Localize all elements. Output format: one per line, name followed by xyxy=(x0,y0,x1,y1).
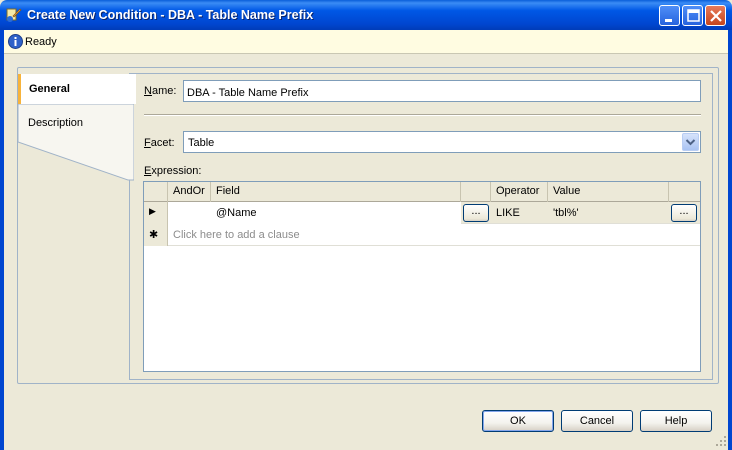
nav-tab-general[interactable]: General xyxy=(18,74,136,104)
close-button[interactable] xyxy=(705,5,726,26)
nav-tab-general-label: General xyxy=(29,83,70,95)
help-button[interactable]: Help xyxy=(640,410,712,432)
current-row-icon: ▶ xyxy=(149,206,156,216)
expression-label: Expression: xyxy=(144,165,202,177)
resize-grip-icon[interactable] xyxy=(715,435,727,447)
window-title: Create New Condition - DBA - Table Name … xyxy=(27,8,314,22)
info-icon xyxy=(8,34,23,49)
field-cell[interactable]: @Name xyxy=(211,202,461,224)
column-header-andor[interactable]: AndOr xyxy=(168,182,211,202)
expression-grid: AndOr Field Operator Value ▶ @Name ... L… xyxy=(143,181,701,372)
column-header-value[interactable]: Value xyxy=(548,182,669,202)
new-row-selector[interactable]: ✱ xyxy=(144,224,168,246)
row-selector-header xyxy=(144,182,168,202)
nav-tab-description[interactable]: Description xyxy=(28,117,83,129)
minimize-button[interactable] xyxy=(659,5,680,26)
facet-dropdown[interactable]: Table xyxy=(183,131,701,153)
facet-dropdown-button[interactable] xyxy=(682,133,699,151)
cancel-button[interactable]: Cancel xyxy=(561,410,633,432)
new-row-icon: ✱ xyxy=(149,229,159,241)
column-header-field[interactable]: Field xyxy=(211,182,461,202)
maximize-icon xyxy=(687,9,700,22)
facet-label: Facet: xyxy=(144,137,175,149)
row-selector[interactable]: ▶ xyxy=(144,202,168,224)
window-frame-left xyxy=(0,30,4,450)
close-icon xyxy=(710,10,722,22)
maximize-button[interactable] xyxy=(682,5,703,26)
status-bar: Ready xyxy=(4,30,728,54)
table-row[interactable]: ▶ @Name ... LIKE 'tbl%' ... xyxy=(144,202,700,224)
name-field[interactable] xyxy=(183,80,701,102)
nav-description-tab-shape xyxy=(18,104,134,181)
facet-selected-value: Table xyxy=(188,137,215,149)
status-text: Ready xyxy=(25,36,57,48)
value-cell[interactable]: 'tbl%' xyxy=(548,202,669,224)
column-header-operator[interactable]: Operator xyxy=(491,182,548,202)
value-ellipsis-button[interactable]: ... xyxy=(671,204,697,222)
column-header-field-button xyxy=(461,182,491,202)
minimize-icon xyxy=(665,19,672,22)
ok-button[interactable]: OK xyxy=(482,410,554,432)
grid-header: AndOr Field Operator Value xyxy=(144,182,700,202)
new-row[interactable]: ✱ Click here to add a clause xyxy=(144,224,700,246)
field-ellipsis-button[interactable]: ... xyxy=(463,204,489,222)
add-clause-placeholder[interactable]: Click here to add a clause xyxy=(168,224,700,246)
andor-cell[interactable] xyxy=(168,202,211,224)
title-bar: Create New Condition - DBA - Table Name … xyxy=(0,0,732,30)
window-frame-right xyxy=(728,30,732,450)
column-header-value-button xyxy=(669,182,700,202)
condition-app-icon xyxy=(6,8,22,22)
chevron-down-icon xyxy=(685,139,696,146)
operator-cell[interactable]: LIKE xyxy=(491,202,548,224)
separator xyxy=(144,114,701,116)
name-label: Name: xyxy=(144,85,177,97)
